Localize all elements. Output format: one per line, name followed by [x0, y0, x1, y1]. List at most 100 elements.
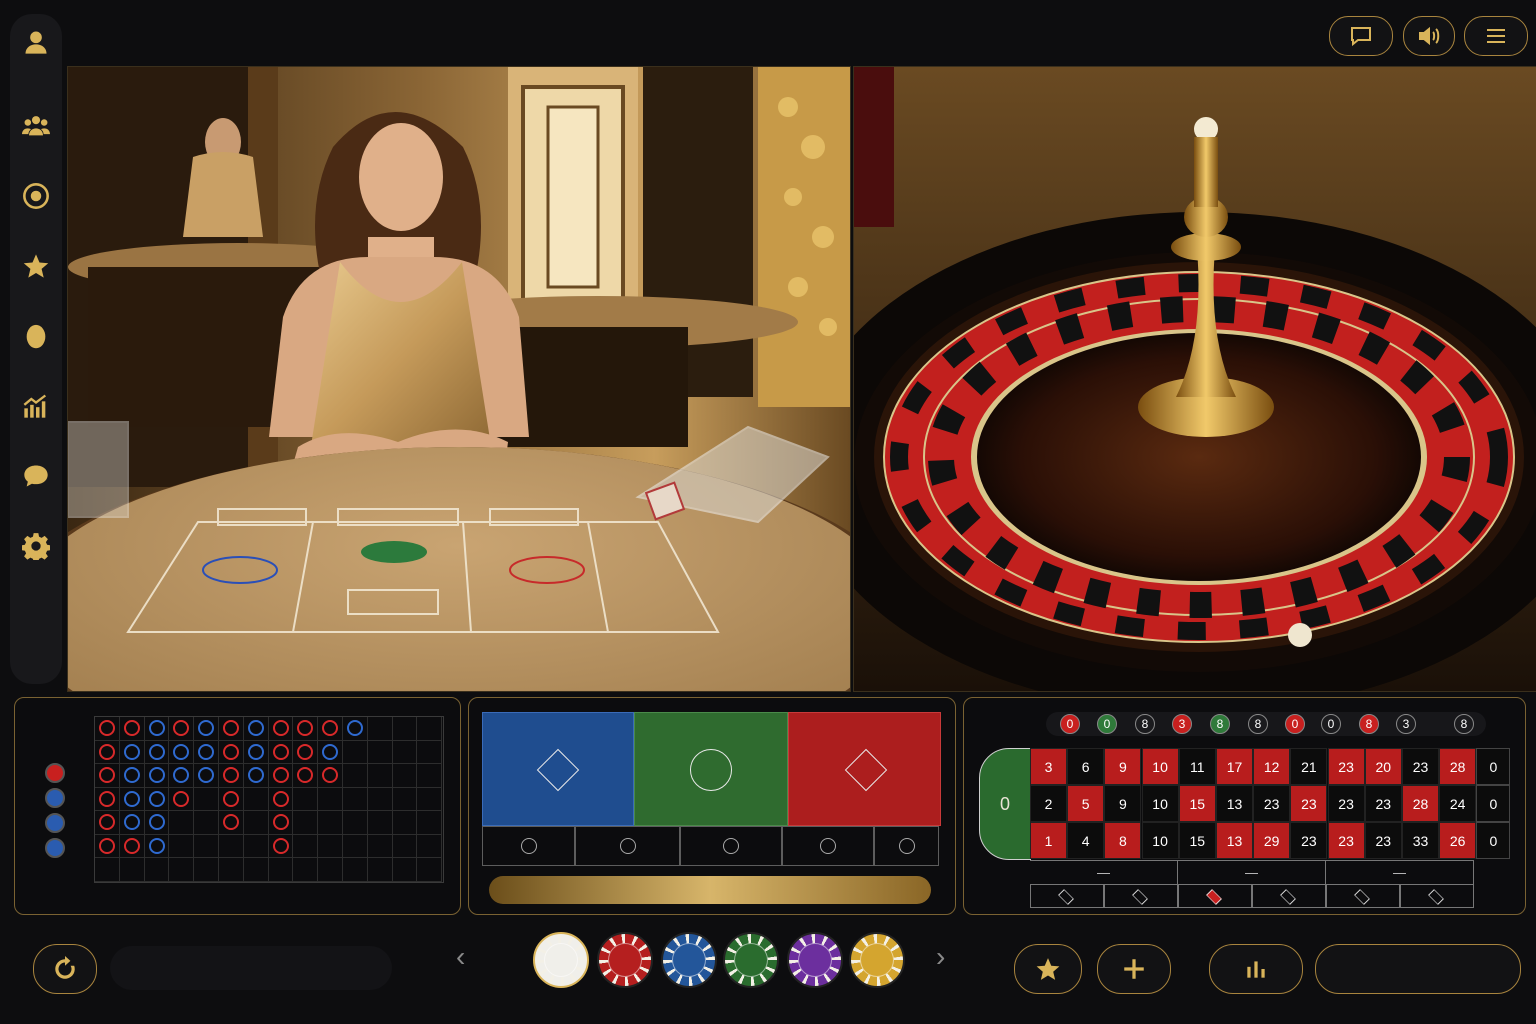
number-cell[interactable]: 13 — [1216, 822, 1253, 859]
dealer-scene — [68, 67, 850, 691]
road-cell — [417, 834, 443, 858]
volume-button[interactable] — [1403, 16, 1455, 56]
number-cell[interactable]: 23 — [1290, 822, 1328, 859]
number-cell[interactable]: 23 — [1402, 748, 1439, 785]
number-cell[interactable]: 11 — [1178, 748, 1216, 785]
number-cell[interactable]: 21 — [1290, 748, 1328, 785]
zero-pocket[interactable]: 0 — [979, 748, 1031, 860]
egg-icon[interactable] — [10, 316, 62, 356]
road-cell — [194, 834, 219, 858]
number-cell[interactable]: 12 — [1253, 748, 1291, 785]
number-cell[interactable]: 17 — [1216, 748, 1253, 785]
chat-icon[interactable] — [10, 456, 62, 496]
balance-field — [110, 946, 392, 990]
stats-icon[interactable] — [10, 386, 62, 426]
side-bet-slot[interactable] — [680, 826, 782, 866]
side-bet-slot[interactable] — [782, 826, 874, 866]
side-bet-slot[interactable] — [575, 826, 680, 866]
history-result: 0 — [1285, 714, 1305, 734]
chevron-right-icon[interactable]: › — [936, 942, 960, 972]
number-cell[interactable]: 23 — [1327, 785, 1365, 822]
dozen-bet[interactable]: — — [1326, 860, 1474, 884]
road-result — [148, 814, 165, 830]
road-cell — [169, 858, 195, 882]
number-cell[interactable]: 4 — [1067, 822, 1105, 859]
chip-6[interactable] — [849, 932, 905, 988]
number-cell[interactable]: 9 — [1104, 785, 1142, 822]
number-cell[interactable]: 20 — [1364, 748, 1402, 785]
number-cell[interactable]: 10 — [1141, 748, 1179, 785]
number-cell[interactable]: 10 — [1141, 822, 1179, 859]
road-result — [123, 837, 140, 854]
target-icon[interactable] — [10, 176, 62, 216]
favorite-button[interactable] — [1014, 944, 1082, 994]
road-cell — [243, 787, 269, 811]
number-cell[interactable]: 23 — [1327, 822, 1365, 859]
menu-button[interactable] — [1464, 16, 1528, 56]
user-icon[interactable] — [10, 22, 62, 62]
even-money-bet[interactable] — [1030, 884, 1104, 908]
number-cell[interactable]: 8 — [1104, 822, 1142, 859]
chip-1[interactable] — [533, 932, 589, 988]
even-money-bet[interactable] — [1104, 884, 1178, 908]
confirm-bar[interactable] — [489, 876, 931, 904]
number-cell[interactable]: 13 — [1216, 785, 1253, 822]
chat-bubble-button[interactable] — [1329, 16, 1393, 56]
number-cell[interactable]: 6 — [1067, 748, 1105, 785]
gear-icon[interactable] — [10, 526, 62, 566]
chip-center — [860, 943, 894, 977]
players-icon[interactable] — [10, 106, 62, 146]
number-cell[interactable]: 15 — [1178, 822, 1216, 859]
number-cell[interactable]: 28 — [1439, 748, 1477, 785]
refresh-button[interactable] — [33, 944, 97, 994]
number-cell[interactable]: 2 — [1030, 785, 1067, 822]
number-cell[interactable]: 33 — [1402, 822, 1439, 859]
action-button[interactable] — [1315, 944, 1521, 994]
chip-5[interactable] — [787, 932, 843, 988]
chip-2[interactable] — [597, 932, 653, 988]
number-cell[interactable]: 23 — [1364, 822, 1402, 859]
number-cell[interactable]: 0 — [1476, 822, 1511, 859]
dozen-bet[interactable]: — — [1178, 860, 1326, 884]
even-money-bet[interactable] — [1400, 884, 1474, 908]
statistics-button[interactable] — [1209, 944, 1303, 994]
number-cell[interactable]: 1 — [1030, 822, 1067, 859]
road-cell — [392, 834, 418, 858]
number-cell[interactable]: 23 — [1290, 785, 1328, 822]
chip-3[interactable] — [661, 932, 717, 988]
chip-4[interactable] — [723, 932, 779, 988]
road-result — [99, 837, 115, 854]
road-cell — [169, 834, 195, 858]
volume-icon — [1419, 26, 1440, 46]
road-result — [322, 743, 339, 760]
number-cell[interactable]: 26 — [1439, 822, 1477, 859]
number-cell[interactable]: 28 — [1402, 785, 1439, 822]
zero-label: 0 — [999, 793, 1010, 814]
road-result — [148, 767, 165, 783]
dozen-bet[interactable]: — — [1030, 860, 1178, 884]
banker-bet-area[interactable] — [788, 712, 941, 826]
number-cell[interactable]: 23 — [1327, 748, 1365, 785]
number-cell[interactable]: 10 — [1141, 785, 1179, 822]
even-money-bet[interactable] — [1326, 884, 1400, 908]
tie-bet-area[interactable] — [634, 712, 788, 826]
side-bet-slot[interactable] — [874, 826, 939, 866]
number-cell[interactable]: 5 — [1067, 785, 1105, 822]
number-cell[interactable]: 23 — [1253, 785, 1291, 822]
number-cell[interactable]: 3 — [1030, 748, 1067, 785]
number-cell[interactable]: 23 — [1364, 785, 1402, 822]
road-cell — [417, 740, 443, 764]
number-cell[interactable]: 0 — [1476, 785, 1511, 822]
star-icon[interactable] — [10, 246, 62, 286]
side-bet-slot[interactable] — [482, 826, 575, 866]
even-money-bet[interactable] — [1252, 884, 1326, 908]
add-button[interactable] — [1097, 944, 1171, 994]
number-cell[interactable]: 15 — [1178, 785, 1216, 822]
number-cell[interactable]: 24 — [1439, 785, 1477, 822]
player-bet-area[interactable] — [482, 712, 634, 826]
number-cell[interactable]: 9 — [1104, 748, 1142, 785]
number-cell[interactable]: 29 — [1253, 822, 1291, 859]
number-cell[interactable]: 0 — [1476, 748, 1511, 785]
chevron-left-icon[interactable]: ‹ — [456, 942, 480, 972]
even-money-bet[interactable] — [1178, 884, 1252, 908]
